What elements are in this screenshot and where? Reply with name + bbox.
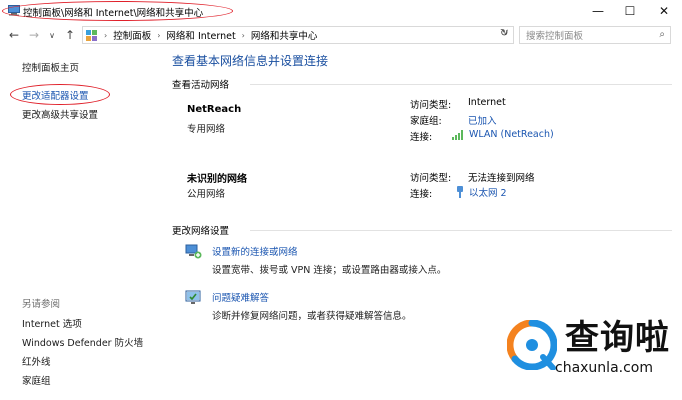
change-settings-heading: 更改网络设置 bbox=[172, 226, 230, 237]
change-advanced-sharing-link[interactable]: 更改高级共享设置 bbox=[22, 107, 98, 121]
ethernet-plug-icon bbox=[457, 186, 463, 198]
network-sharing-center-window: 控制面板\网络和 Internet\网络和共享中心 — ☐ ✕ ← → ∨ ↑ … bbox=[0, 0, 682, 400]
title-bar: 控制面板\网络和 Internet\网络和共享中心 — ☐ ✕ bbox=[0, 0, 682, 22]
change-adapter-settings-link[interactable]: 更改适配器设置 bbox=[22, 88, 89, 102]
access-type-label: 访问类型: bbox=[410, 100, 452, 111]
access-type-value: Internet bbox=[468, 97, 506, 108]
new-connection-icon bbox=[185, 244, 202, 259]
breadcrumb-separator: › bbox=[157, 30, 161, 40]
network-name: NetReach bbox=[187, 104, 242, 115]
minimize-button[interactable]: — bbox=[584, 2, 612, 20]
breadcrumb-sharing-center[interactable]: 网络和共享中心 bbox=[251, 28, 318, 42]
address-toolbar: ← → ∨ ↑ › 控制面板 › 网络和 Internet › 网络和共享中心 … bbox=[0, 24, 682, 46]
troubleshoot-icon bbox=[185, 290, 201, 304]
control-panel-icon bbox=[86, 29, 97, 41]
connection-label: 连接: bbox=[410, 189, 433, 200]
watermark: 查询啦 chaxunla.com bbox=[507, 318, 677, 384]
see-also-heading: 另请参阅 bbox=[22, 299, 61, 310]
wlan-connection-link[interactable]: WLAN (NetReach) bbox=[452, 129, 554, 140]
setup-new-connection-description: 设置宽带、拨号或 VPN 连接；或设置路由器或接入点。 bbox=[212, 265, 447, 276]
watermark-url: chaxunla.com bbox=[555, 360, 653, 376]
left-navigation-pane: 控制面板主页 更改适配器设置 更改高级共享设置 另请参阅 Internet 选项… bbox=[0, 46, 160, 400]
control-panel-home-link[interactable]: 控制面板主页 bbox=[22, 60, 79, 74]
ethernet-connection-link[interactable]: 以太网 2 bbox=[456, 185, 507, 199]
infrared-link[interactable]: 红外线 bbox=[22, 354, 51, 368]
watermark-brand: 查询啦 bbox=[565, 318, 670, 358]
network-name: 未识别的网络 bbox=[187, 174, 247, 185]
network-icon bbox=[8, 5, 20, 16]
internet-options-link[interactable]: Internet 选项 bbox=[22, 316, 82, 330]
breadcrumb-network-internet[interactable]: 网络和 Internet bbox=[166, 28, 235, 42]
search-placeholder: 搜索控制面板 bbox=[526, 31, 584, 42]
setup-new-connection-link[interactable]: 设置新的连接或网络 bbox=[212, 244, 298, 258]
search-input[interactable]: 搜索控制面板 ⌕ bbox=[519, 26, 671, 44]
divider bbox=[250, 84, 672, 85]
window-title: 控制面板\网络和 Internet\网络和共享中心 bbox=[23, 8, 204, 19]
troubleshoot-problems-description: 诊断并修复网络问题，或者获得疑难解答信息。 bbox=[212, 311, 412, 322]
breadcrumb-separator: › bbox=[241, 30, 245, 40]
access-type-label: 访问类型: bbox=[410, 173, 452, 184]
recent-dropdown-icon[interactable]: ∨ bbox=[45, 27, 59, 43]
maximize-button[interactable]: ☐ bbox=[616, 2, 644, 20]
ethernet-connection-label: 以太网 2 bbox=[469, 188, 507, 199]
network-type: 专用网络 bbox=[187, 124, 226, 135]
search-icon: ⌕ bbox=[659, 29, 665, 40]
wifi-signal-icon bbox=[452, 129, 463, 140]
homegroup-joined-link[interactable]: 已加入 bbox=[468, 113, 497, 127]
homegroup-label: 家庭组: bbox=[410, 116, 442, 127]
windows-defender-firewall-link[interactable]: Windows Defender 防火墙 bbox=[22, 335, 143, 349]
page-title: 查看基本网络信息并设置连接 bbox=[172, 54, 329, 68]
back-arrow-icon[interactable]: ← bbox=[7, 27, 21, 43]
troubleshoot-problems-link[interactable]: 问题疑难解答 bbox=[212, 290, 269, 304]
close-button[interactable]: ✕ bbox=[650, 2, 678, 20]
address-bar[interactable]: › 控制面板 › 网络和 Internet › 网络和共享中心 ∨ bbox=[82, 26, 514, 44]
forward-arrow-icon[interactable]: → bbox=[27, 27, 41, 43]
access-type-value: 无法连接到网络 bbox=[468, 173, 535, 184]
divider bbox=[250, 230, 672, 231]
breadcrumb-separator: › bbox=[104, 30, 108, 40]
refresh-icon[interactable]: ↻ bbox=[500, 28, 508, 39]
network-type: 公用网络 bbox=[187, 189, 226, 200]
connection-label: 连接: bbox=[410, 132, 433, 143]
up-arrow-icon[interactable]: ↑ bbox=[63, 27, 77, 43]
breadcrumb-control-panel[interactable]: 控制面板 bbox=[113, 28, 151, 42]
magnifier-logo-icon bbox=[507, 320, 557, 370]
wlan-connection-label: WLAN (NetReach) bbox=[469, 129, 554, 140]
active-networks-heading: 查看活动网络 bbox=[172, 80, 230, 91]
homegroup-link[interactable]: 家庭组 bbox=[22, 373, 51, 387]
